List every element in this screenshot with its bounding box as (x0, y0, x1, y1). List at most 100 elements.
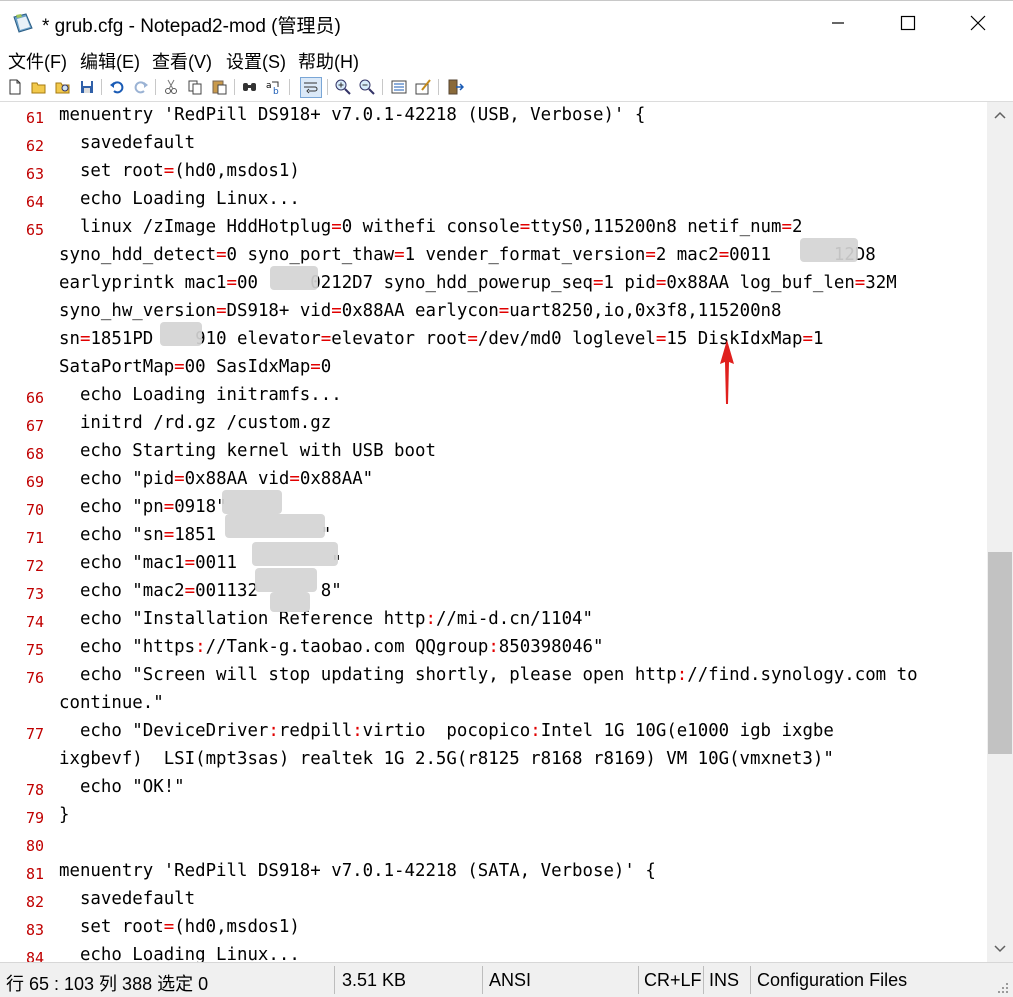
customize-icon[interactable] (414, 78, 432, 96)
open-icon[interactable] (30, 78, 48, 96)
toolbar-separator (101, 79, 102, 95)
resize-grip-icon[interactable] (996, 981, 1010, 995)
code-line[interactable]: set root=(hd0,msdos1) (59, 161, 300, 181)
paste-icon[interactable] (210, 78, 228, 96)
code-line[interactable]: linux /zImage HddHotplug=0 withefi conso… (59, 217, 803, 237)
status-ins[interactable]: INS (709, 970, 739, 991)
code-line[interactable]: echo "Screen will stop updating shortly,… (59, 665, 918, 685)
code-line[interactable]: } (59, 805, 69, 825)
code-line[interactable]: earlyprintk mac1=00 0212D7 syno_hdd_powe… (59, 273, 897, 293)
word-wrap-icon[interactable] (300, 77, 322, 98)
code-line[interactable]: ixgbevf) LSI(mpt3sas) realtek 1G 2.5G(r8… (59, 749, 834, 769)
line-number: 82 (25, 893, 44, 911)
code-line[interactable]: echo Loading initramfs... (59, 385, 342, 405)
toolbar-separator (289, 79, 290, 95)
red-arrow-annotation (720, 340, 734, 404)
notepad-icon[interactable] (12, 13, 34, 33)
redacted-mosaic (270, 592, 310, 612)
exit-icon[interactable] (446, 78, 465, 96)
code-line[interactable]: echo "OK!" (59, 777, 185, 797)
line-number: 75 (25, 641, 44, 659)
code-line[interactable]: savedefault (59, 889, 195, 909)
menu-file[interactable]: 文件(F) (8, 48, 67, 74)
menu-help[interactable]: 帮助(H) (298, 48, 359, 74)
toolbar-separator (234, 79, 235, 95)
code-line[interactable]: menuentry 'RedPill DS918+ v7.0.1-42218 (… (59, 105, 645, 125)
minimize-button[interactable] (803, 1, 873, 45)
title-bar: * grub.cfg - Notepad2-mod (管理员) (0, 0, 1013, 44)
code-line[interactable]: echo "pid=0x88AA vid=0x88AA" (59, 469, 373, 489)
scroll-down-arrow-icon[interactable] (987, 936, 1013, 962)
status-encoding[interactable]: ANSI (489, 970, 531, 991)
line-number: 70 (25, 501, 44, 519)
scroll-up-arrow-icon[interactable] (987, 102, 1013, 128)
line-number: 83 (25, 921, 44, 939)
scheme-icon[interactable] (390, 78, 408, 96)
code-line[interactable]: echo Starting kernel with USB boot (59, 441, 436, 461)
zoom-in-icon[interactable] (334, 78, 352, 96)
code-line[interactable]: echo Loading Linux... (59, 945, 300, 962)
line-number: 80 (25, 837, 44, 855)
code-line[interactable]: syno_hw_version=DS918+ vid=0x88AA earlyc… (59, 301, 782, 321)
vertical-scrollbar[interactable] (987, 102, 1013, 962)
replace-icon[interactable]: ab (265, 78, 283, 97)
line-number: 65 (25, 221, 44, 239)
svg-text:b: b (273, 87, 279, 96)
browse-icon[interactable] (54, 78, 72, 96)
code-line[interactable]: initrd /rd.gz /custom.gz (59, 413, 331, 433)
redo-icon[interactable] (132, 78, 150, 96)
status-size: 3.51 KB (342, 970, 407, 990)
find-icon[interactable] (241, 78, 259, 96)
line-number: 84 (25, 949, 44, 962)
code-line[interactable]: SataPortMap=00 SasIdxMap=0 (59, 357, 331, 377)
status-scheme[interactable]: Configuration Files (757, 970, 907, 991)
code-line[interactable]: echo "pn=0918" (59, 497, 227, 517)
code-line[interactable]: continue." (59, 693, 164, 713)
menu-edit[interactable]: 编辑(E) (80, 48, 140, 74)
undo-icon[interactable] (108, 78, 126, 96)
save-icon[interactable] (78, 78, 96, 96)
code-line[interactable]: syno_hdd_detect=0 syno_port_thaw=1 vende… (59, 245, 876, 265)
redacted-mosaic (252, 542, 338, 566)
status-position: 行 65 : 103 列 388 选定 0 (6, 974, 209, 994)
menu-settings[interactable]: 设置(S) (226, 48, 286, 74)
line-number: 74 (25, 613, 44, 631)
svg-text:a: a (266, 81, 272, 91)
redacted-mosaic (800, 238, 858, 262)
copy-icon[interactable] (186, 78, 204, 96)
redacted-mosaic (225, 514, 325, 538)
toolbar-separator (382, 79, 383, 95)
toolbar-separator (327, 79, 328, 95)
status-separator (703, 966, 704, 994)
maximize-button[interactable] (873, 1, 943, 45)
line-number: 66 (25, 389, 44, 407)
editor-area[interactable]: 61 menuentry 'RedPill DS918+ v7.0.1-42218… (0, 102, 987, 962)
line-number: 68 (25, 445, 44, 463)
scroll-thumb[interactable] (988, 552, 1012, 754)
code-line[interactable]: echo "Installation Reference http://mi-d… (59, 609, 593, 629)
line-number: 79 (25, 809, 44, 827)
line-number: 67 (25, 417, 44, 435)
line-number: 71 (25, 529, 44, 547)
code-line[interactable]: menuentry 'RedPill DS918+ v7.0.1-42218 (… (59, 861, 656, 881)
line-number: 76 (25, 669, 44, 687)
code-line[interactable]: echo Loading Linux... (59, 189, 300, 209)
redacted-mosaic (222, 490, 282, 514)
code-line[interactable]: set root=(hd0,msdos1) (59, 917, 300, 937)
code-line[interactable]: echo "DeviceDriver:redpill:virtio pocopi… (59, 721, 834, 741)
code-line[interactable]: savedefault (59, 133, 195, 153)
menu-bar: 文件(F) 编辑(E) 查看(V) 设置(S) 帮助(H) (0, 44, 1013, 74)
cut-icon[interactable] (162, 78, 180, 96)
close-button[interactable] (943, 1, 1013, 45)
line-number: 72 (25, 557, 44, 575)
line-number: 77 (25, 725, 44, 743)
status-separator (482, 966, 483, 994)
zoom-out-icon[interactable] (358, 78, 376, 96)
status-eol[interactable]: CR+LF (644, 970, 702, 991)
toolbar-separator (438, 79, 439, 95)
new-file-icon[interactable] (6, 78, 24, 96)
menu-view[interactable]: 查看(V) (152, 48, 212, 74)
code-line[interactable]: echo "https://Tank-g.taobao.com QQgroup:… (59, 637, 604, 657)
status-separator (750, 966, 751, 994)
line-number: 63 (25, 165, 44, 183)
